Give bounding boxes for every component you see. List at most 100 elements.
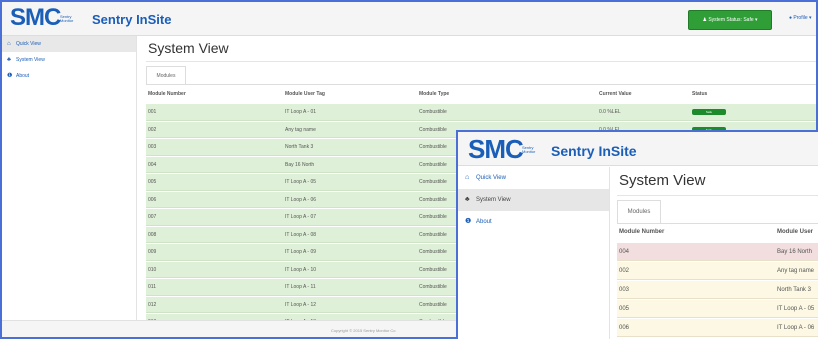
top-navbar: SMC Sentry Monitor Sentry InSite ♟ Syste… bbox=[2, 2, 816, 36]
sidebar-item-label: Quick View bbox=[476, 175, 506, 181]
column-header-module-user-tag[interactable]: Module User Tag bbox=[285, 91, 325, 97]
sidebar-item-label: System View bbox=[476, 197, 511, 203]
sidebar-item-label: About bbox=[16, 73, 30, 79]
cell-module-number: 009 bbox=[148, 249, 157, 255]
column-header-module-user-tag[interactable]: Module User bbox=[777, 229, 813, 235]
profile-menu[interactable]: ● Profile ▾ bbox=[789, 15, 812, 21]
bell-icon: ♟ bbox=[702, 17, 707, 23]
cell-module-user-tag: IT Loop A - 01 bbox=[285, 109, 317, 115]
sidebar: ⌂ Quick View ♣ System View ❶ About bbox=[2, 36, 137, 337]
cell-current-value: 0.0 %LEL bbox=[599, 109, 621, 115]
cell-module-number: 006 bbox=[619, 325, 630, 331]
cell-module-number: 003 bbox=[148, 144, 157, 150]
cell-module-user-tag: IT Loop A - 08 bbox=[285, 231, 317, 238]
user-icon: ● bbox=[789, 15, 793, 21]
smc-logo-subtext: Sentry Monitor bbox=[60, 14, 74, 23]
cell-module-user-tag: Any tag name bbox=[777, 268, 815, 274]
cell-module-user-tag: Any tag name bbox=[285, 126, 316, 133]
cell-module-number: 005 bbox=[619, 306, 630, 312]
sidebar-item-label: Quick View bbox=[16, 41, 41, 47]
info-icon: ❶ bbox=[7, 73, 13, 79]
smc-logo-subtext: Sentry Monitor bbox=[522, 145, 536, 154]
cell-module-user-tag: North Tank 3 bbox=[285, 144, 314, 150]
sidebar-item-about[interactable]: ❶ About bbox=[458, 211, 609, 233]
sidebar-item-label: System View bbox=[16, 57, 45, 63]
divider bbox=[617, 223, 818, 224]
cell-module-number: 002 bbox=[619, 268, 630, 274]
cell-module-type: Combustible bbox=[419, 144, 447, 150]
cell-module-type: Combustible bbox=[419, 179, 447, 185]
sidebar-item-label: About bbox=[476, 219, 492, 225]
cell-module-user-tag: IT Loop A - 06 bbox=[777, 325, 815, 331]
cell-module-user-tag: IT Loop A - 05 bbox=[285, 179, 317, 185]
tab-modules[interactable]: Modules bbox=[617, 200, 661, 224]
cell-module-type: Combustible bbox=[419, 266, 447, 273]
cell-module-type: Combustible bbox=[419, 109, 447, 115]
cell-module-type: Combustible bbox=[419, 231, 447, 238]
cell-module-type: Combustible bbox=[419, 301, 447, 308]
cell-module-user-tag: IT Loop A - 11 bbox=[285, 284, 316, 290]
cell-module-number: 012 bbox=[148, 301, 157, 308]
cell-module-user-tag: IT Loop A - 05 bbox=[777, 306, 815, 312]
cell-module-number: 002 bbox=[148, 126, 157, 133]
app-title[interactable]: Sentry InSite bbox=[551, 143, 637, 159]
sidebar-item-system-view[interactable]: ♣ System View bbox=[458, 189, 609, 211]
info-icon: ❶ bbox=[465, 218, 472, 225]
page-title: System View bbox=[619, 172, 706, 189]
column-header-status[interactable]: Status bbox=[692, 91, 707, 97]
top-navbar: SMC Sentry Monitor Sentry InSite bbox=[458, 132, 818, 166]
divider bbox=[146, 84, 816, 85]
cell-module-number: 004 bbox=[148, 161, 157, 168]
cell-module-user-tag: IT Loop A - 10 bbox=[285, 266, 317, 273]
divider bbox=[617, 195, 818, 196]
cell-module-user-tag: IT Loop A - 09 bbox=[285, 249, 317, 255]
app-title[interactable]: Sentry InSite bbox=[92, 12, 171, 27]
cell-module-number: 003 bbox=[619, 287, 630, 293]
cell-module-number: 004 bbox=[619, 249, 630, 255]
column-header-current-value[interactable]: Current Value bbox=[599, 91, 632, 97]
sitemap-icon: ♣ bbox=[7, 57, 11, 63]
cell-module-user-tag: North Tank 3 bbox=[777, 287, 811, 293]
cell-module-type: Combustible bbox=[419, 161, 447, 168]
cell-module-number: 005 bbox=[148, 179, 157, 185]
column-header-module-number[interactable]: Module Number bbox=[148, 91, 186, 97]
smc-logo[interactable]: SMC bbox=[10, 5, 61, 31]
home-icon: ⌂ bbox=[465, 174, 470, 181]
page-title: System View bbox=[148, 40, 229, 56]
sidebar-item-quick-view[interactable]: ⌂ Quick View bbox=[458, 167, 609, 189]
cell-module-number: 008 bbox=[148, 231, 157, 238]
sitemap-icon: ♣ bbox=[465, 196, 470, 203]
divider bbox=[146, 61, 816, 62]
cell-module-number: 007 bbox=[148, 214, 157, 220]
sidebar-item-about[interactable]: ❶ About bbox=[2, 68, 136, 84]
cell-module-user-tag: IT Loop A - 07 bbox=[285, 214, 317, 220]
sidebar-item-quick-view[interactable]: ⌂ Quick View bbox=[2, 36, 136, 52]
cell-module-number: 010 bbox=[148, 266, 157, 273]
smc-logo[interactable]: SMC bbox=[468, 134, 524, 164]
cell-module-type: Combustible bbox=[419, 284, 447, 290]
column-header-module-type[interactable]: Module Type bbox=[419, 91, 449, 97]
zoomed-window: SMC Sentry Monitor Sentry InSite ⌂ Quick… bbox=[456, 130, 818, 339]
main-content: System View Modules Module Number Module… bbox=[611, 167, 818, 339]
cell-module-type: Combustible bbox=[419, 214, 447, 220]
cell-module-user-tag: IT Loop A - 06 bbox=[285, 196, 317, 203]
cell-module-user-tag: Bay 16 North bbox=[285, 161, 315, 168]
cell-module-user-tag: Bay 16 North bbox=[777, 249, 813, 255]
tab-modules[interactable]: Modules bbox=[146, 66, 186, 85]
sidebar-item-system-view[interactable]: ♣ System View bbox=[2, 52, 136, 68]
cell-module-number: 011 bbox=[148, 284, 156, 290]
profile-label: Profile ▾ bbox=[793, 15, 812, 21]
cell-module-type: Combustible bbox=[419, 126, 447, 133]
home-icon: ⌂ bbox=[7, 41, 11, 47]
column-header-module-number[interactable]: Module Number bbox=[619, 229, 664, 235]
copyright-text: Copyright © 2015 Sentry Monitor Co bbox=[331, 328, 396, 333]
sidebar: ⌂ Quick View ♣ System View ❶ About bbox=[458, 167, 610, 339]
cell-module-number: 001 bbox=[148, 109, 157, 115]
cell-module-user-tag: IT Loop A - 12 bbox=[285, 301, 317, 308]
cell-module-type: Combustible bbox=[419, 249, 447, 255]
status-badge: Safe bbox=[692, 109, 726, 115]
system-status-button[interactable]: ♟ System Status: Safe ▾ bbox=[688, 10, 772, 30]
cell-module-type: Combustible bbox=[419, 196, 447, 203]
system-status-label: System Status: Safe ▾ bbox=[708, 17, 758, 23]
cell-module-number: 006 bbox=[148, 196, 157, 203]
